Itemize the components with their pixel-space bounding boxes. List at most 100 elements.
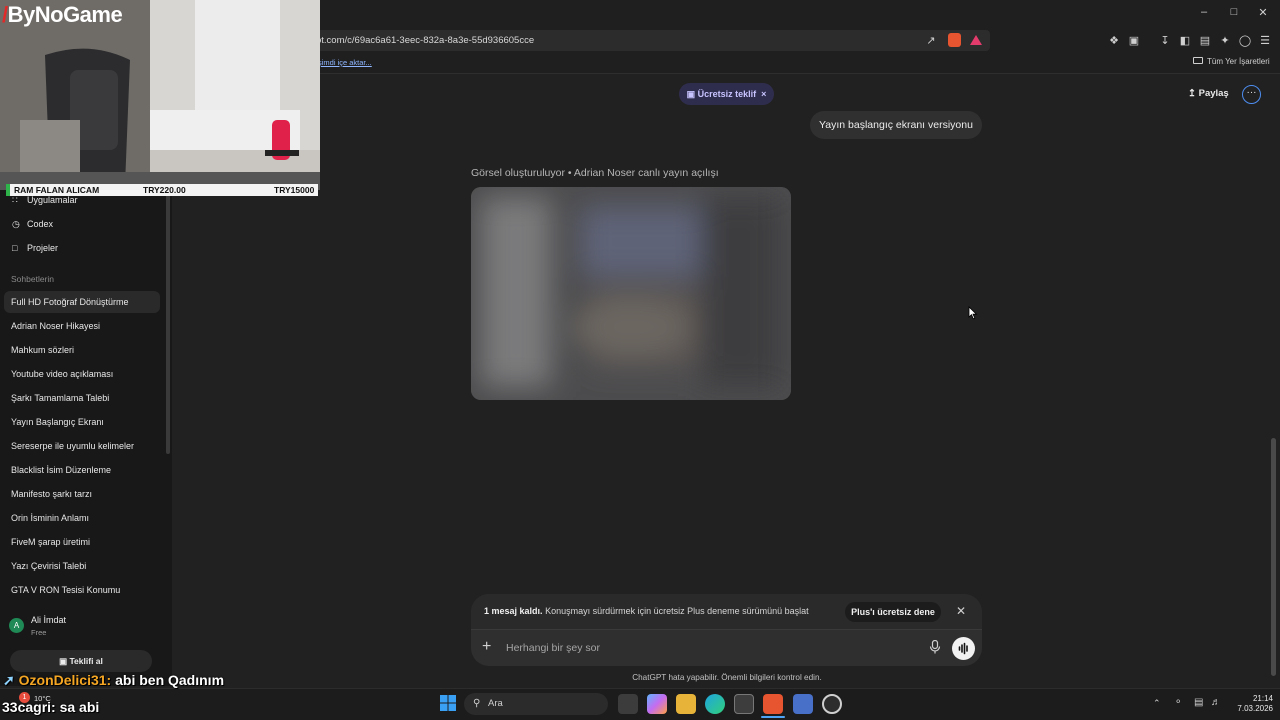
- channel-logo-text: ByNoGame: [7, 2, 123, 27]
- user-name[interactable]: Ali İmdat: [31, 615, 66, 625]
- get-offer-button[interactable]: ▣ Teklifi al: [10, 650, 152, 672]
- nav-projects[interactable]: □ Projeler: [12, 243, 58, 253]
- prompt-input[interactable]: [506, 638, 906, 658]
- store-icon[interactable]: [734, 694, 754, 714]
- goal-label: RAM FALAN ALICAM: [14, 185, 100, 195]
- webcam-overlay: /ByNoGame: [0, 0, 320, 190]
- avatar[interactable]: A: [9, 618, 24, 633]
- all-bookmarks-button[interactable]: Tüm Yer İşaretleri: [1193, 57, 1270, 66]
- menu-icon[interactable]: ☰: [1258, 34, 1272, 48]
- taskbar-search[interactable]: ⚲ Ara: [464, 693, 608, 715]
- brave-rewards-icon[interactable]: [970, 35, 982, 45]
- clock-time: 21:14: [1252, 694, 1273, 703]
- nav-projects-label: Projeler: [27, 243, 59, 253]
- microphone-icon[interactable]: [929, 639, 941, 659]
- close-window-button[interactable]: ✕: [1255, 6, 1271, 19]
- main-scrollbar[interactable]: [1271, 438, 1276, 676]
- app-icon[interactable]: [793, 694, 813, 714]
- nav-apps[interactable]: ∷ Uygulamalar: [12, 195, 78, 206]
- nav-apps-label: Uygulamalar: [27, 195, 78, 205]
- screenshot-icon[interactable]: ▣: [1127, 34, 1141, 48]
- chat-history-item[interactable]: Mahkum sözleri: [4, 339, 160, 361]
- copilot-icon[interactable]: [647, 694, 667, 714]
- minimize-button[interactable]: –: [1196, 6, 1212, 18]
- chat-history-item[interactable]: Full HD Fotoğraf Dönüştürme: [4, 291, 160, 313]
- pin-icon: ➚: [3, 672, 19, 688]
- chat-history-item[interactable]: Manifesto şarkı tarzı: [4, 483, 160, 505]
- volume-icon[interactable]: ♬: [1211, 697, 1221, 708]
- user-plan: Free: [31, 628, 47, 637]
- windows-taskbar: [0, 688, 1280, 720]
- url-text: pt.com/c/69ac6a61-3eec-832a-8a3e-55d9366…: [316, 35, 535, 46]
- wallet-icon[interactable]: ▤: [1198, 34, 1212, 48]
- free-offer-label: Ücretsiz teklif: [697, 89, 757, 99]
- folder-icon: [1193, 57, 1203, 64]
- upload-icon: ↥: [1188, 88, 1199, 99]
- sidebar-scrollbar[interactable]: [166, 174, 170, 454]
- search-icon: ⚲: [473, 698, 481, 709]
- file-explorer-icon[interactable]: [676, 694, 696, 714]
- chat-message: abi ben Qadınım: [115, 672, 225, 688]
- plus-trial-button[interactable]: Plus'ı ücretsiz dene: [845, 602, 941, 622]
- webcam-feed: [0, 0, 320, 190]
- chat-username: 33cagri:: [2, 699, 56, 715]
- clock-date: 7.03.2026: [1237, 704, 1273, 713]
- task-view-icon[interactable]: [618, 694, 638, 714]
- stream-chat-line: 33cagri: sa abi: [2, 699, 99, 715]
- generating-image-preview[interactable]: [471, 187, 791, 400]
- network-icon[interactable]: ▤: [1194, 697, 1203, 708]
- chat-history-item[interactable]: Youtube video açıklaması: [4, 363, 160, 385]
- close-icon[interactable]: ×: [756, 89, 766, 99]
- gift-icon: ▣: [59, 656, 70, 666]
- nav-codex[interactable]: ◷ Codex: [12, 219, 53, 230]
- obs-icon[interactable]: [822, 694, 842, 714]
- nav-codex-label: Codex: [27, 219, 54, 229]
- free-offer-pill[interactable]: ▣ Ücretsiz teklif ×: [679, 83, 774, 105]
- system-clock[interactable]: 21:14 7.03.2026: [1229, 694, 1273, 714]
- download-icon[interactable]: ↧: [1158, 34, 1172, 48]
- chat-history-item[interactable]: Yazı Çevirisi Talebi: [4, 555, 160, 577]
- codex-icon: ◷: [12, 219, 20, 229]
- share-button[interactable]: ↥ Paylaş: [1188, 88, 1229, 99]
- leo-ai-icon[interactable]: ✦: [1218, 34, 1232, 48]
- all-bookmarks-label: Tüm Yer İşaretleri: [1207, 57, 1270, 66]
- apps-icon: ∷: [12, 195, 18, 205]
- extensions-icon[interactable]: ❖: [1107, 34, 1121, 48]
- chat-history-item[interactable]: FiveM şarap üretimi: [4, 531, 160, 553]
- vpn-shield-icon[interactable]: ◯: [1238, 34, 1252, 48]
- donation-goal-bar: RAM FALAN ALICAM TRY220.00 TRY15000: [6, 184, 318, 196]
- address-bar[interactable]: pt.com/c/69ac6a61-3eec-832a-8a3e-55d9366…: [300, 30, 990, 51]
- gift-icon: ▣: [686, 89, 698, 99]
- chat-username: OzonDelici31:: [18, 672, 112, 688]
- close-icon[interactable]: ✕: [956, 604, 966, 618]
- maximize-button[interactable]: □: [1226, 6, 1242, 18]
- chat-history-item[interactable]: Adrian Noser Hikayesi: [4, 315, 160, 337]
- chat-history-item[interactable]: Blacklist İsim Düzenleme: [4, 459, 160, 481]
- more-options-button[interactable]: ···: [1242, 85, 1261, 104]
- edge-icon[interactable]: [705, 694, 725, 714]
- import-bookmarks-link[interactable]: şimdi içe aktar...: [318, 58, 372, 67]
- chat-history-item[interactable]: GTA V RON Tesisi Konumu: [4, 579, 160, 601]
- voice-mode-button[interactable]: [952, 637, 975, 660]
- chat-history-item[interactable]: Yayın Başlangıç Ekranı: [4, 411, 160, 433]
- microphone-tray-icon[interactable]: ⚬: [1174, 697, 1182, 708]
- chat-history-item[interactable]: Sereserpe ile uyumlu kelimeler: [4, 435, 160, 457]
- voice-wave-icon: [958, 642, 968, 655]
- add-attachment-icon[interactable]: +: [482, 638, 491, 656]
- sidebar-toggle-icon[interactable]: ◧: [1178, 34, 1192, 48]
- taskbar-search-label: Ara: [488, 698, 503, 709]
- get-offer-label: Teklifi al: [69, 656, 103, 666]
- chevron-up-icon[interactable]: ⌃: [1153, 698, 1161, 709]
- folder-icon: □: [12, 243, 18, 253]
- share-page-icon[interactable]: ↗: [924, 34, 938, 48]
- share-label: Paylaş: [1198, 88, 1229, 99]
- chats-heading: Sohbetlerin: [11, 274, 55, 284]
- chat-history-item[interactable]: Şarkı Tamamlama Talebi: [4, 387, 160, 409]
- brave-shields-icon[interactable]: [948, 33, 961, 47]
- windows-start-icon[interactable]: [440, 695, 456, 716]
- generation-status: Görsel oluşturuluyor • Adrian Noser canl…: [471, 167, 719, 179]
- chat-history-item[interactable]: Orin İsminin Anlamı: [4, 507, 160, 529]
- message-limit-text: 1 mesaj kaldı. Konuşmayı sürdürmek için …: [484, 606, 809, 616]
- mouse-cursor-icon: [968, 306, 978, 325]
- brave-browser-icon[interactable]: [763, 694, 783, 714]
